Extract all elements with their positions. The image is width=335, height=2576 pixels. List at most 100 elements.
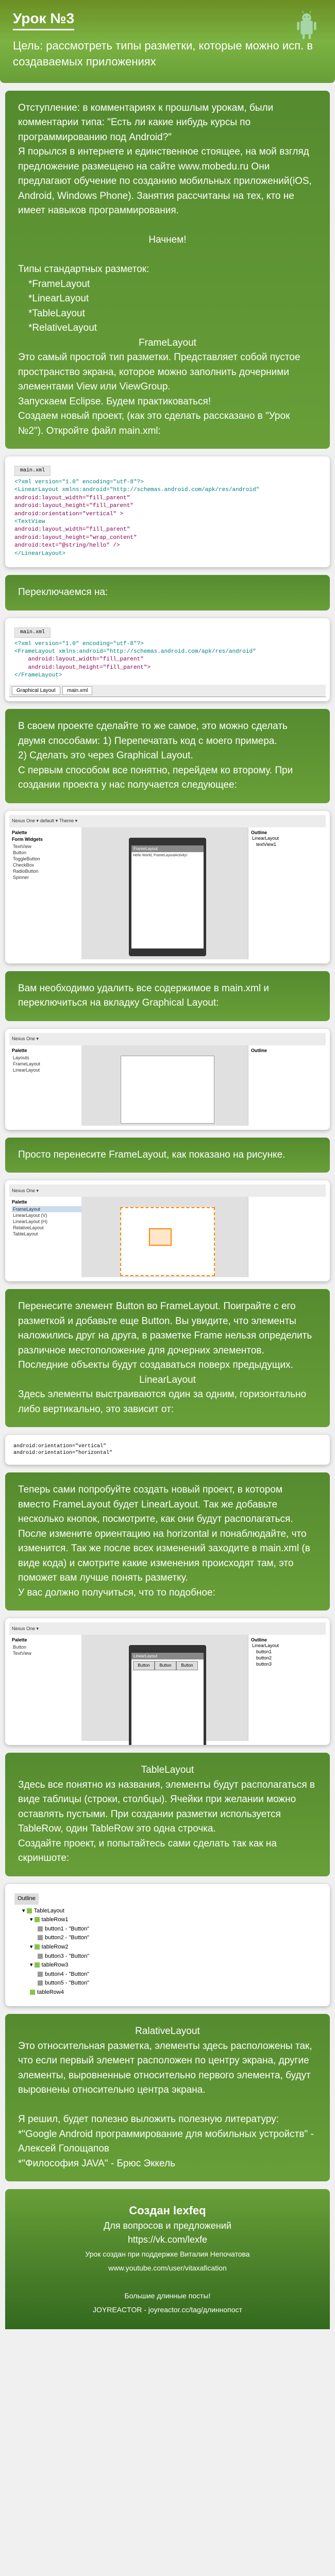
palette-item[interactable]: LinearLayout (V): [12, 1212, 84, 1218]
tagline: Большие длинные посты!: [125, 2292, 211, 2300]
switch-section: Переключаемся на:: [5, 575, 330, 611]
outline-item[interactable]: button3: [251, 1661, 323, 1667]
code-screenshot-2: main.xml <?xml version="1.0" encoding="u…: [5, 618, 330, 702]
palette-item[interactable]: TextView: [12, 1650, 84, 1656]
contact-label: Для вопросов и предложений: [104, 2221, 231, 2231]
button-section: Перенесите элемент Button во FrameLayout…: [5, 1289, 330, 1427]
book-item: *"Философия JAVA" - Брюс Эккель: [18, 2157, 317, 2172]
tablelayout-title: TableLayout: [18, 1763, 317, 1778]
android-icon: [291, 10, 322, 49]
list-item: *TableLayout: [28, 307, 317, 321]
types-title: Типы стандартных разметок:: [18, 262, 317, 277]
tree-item[interactable]: tableRow4: [14, 1988, 321, 1997]
code-line: <FrameLayout xmlns:android="http://schem…: [14, 649, 256, 655]
palette-item[interactable]: ToggleButton: [12, 856, 84, 862]
gui-canvas: LinearLayout ButtonButtonButton: [81, 1635, 254, 1741]
vk-link[interactable]: https://vk.com/lexfe: [128, 2234, 207, 2245]
outline-item[interactable]: LinearLayout: [251, 835, 323, 841]
code-line: <LinearLayout xmlns:android="http://sche…: [14, 487, 259, 493]
code-line: android:text="@string/hello" />: [14, 543, 120, 549]
outline-screenshot: Outline ▾ TableLayout ▾ tableRow1 button…: [5, 1884, 330, 2007]
outline-title: Outline: [251, 830, 323, 835]
palette-item[interactable]: Button: [12, 850, 84, 856]
outline-title: Outline: [251, 1048, 323, 1053]
paragraph: Я порылся в интернете и единственное сто…: [18, 145, 317, 218]
tree-item[interactable]: button4 - "Button": [14, 1970, 321, 1979]
paragraph: Создайте проект, и попытайтесь сами сдел…: [18, 1837, 317, 1866]
table-section: TableLayout Здесь все понятно из названи…: [5, 1753, 330, 1876]
paragraph: В своем проекте сделайте то же самое, эт…: [18, 719, 317, 749]
relative-section: RalativeLayout Это относительная разметк…: [5, 2014, 330, 2181]
palette-item[interactable]: CheckBox: [12, 862, 84, 868]
paragraph: Запускаем Eclipse. Будем практиковаться!: [18, 395, 317, 410]
youtube-link[interactable]: www.youtube.com/user/vitaxafication: [108, 2264, 227, 2272]
button[interactable]: Button: [176, 1661, 198, 1670]
palette-item[interactable]: FrameLayout: [12, 1061, 84, 1067]
paragraph: Здесь элементы выстраиваются один за одн…: [18, 1387, 317, 1417]
framelayout-title: FrameLayout: [18, 336, 317, 351]
code-orientation: android:orientation="vertical" android:o…: [5, 1435, 330, 1465]
paragraph: Я решил, будет полезно выложить полезную…: [18, 2112, 317, 2127]
code-line: </LinearLayout>: [14, 551, 65, 557]
palette-title: Palette: [12, 1199, 84, 1205]
code-line: android:layout_width="fill_parent": [14, 495, 130, 501]
start-label: Начнем!: [18, 233, 317, 248]
gui-outline: [248, 1197, 326, 1277]
gui-screenshot-1: Nexus One ▾default ▾Theme ▾ Palette Form…: [5, 811, 330, 963]
tree-item[interactable]: ▾ TableLayout: [14, 1907, 321, 1916]
tree-item[interactable]: ▾ tableRow3: [14, 1961, 321, 1970]
thanks: Урок создан при поддержке Виталия Непоча…: [85, 2250, 249, 2258]
gui-toolbar: Nexus One ▾: [9, 1622, 326, 1635]
tree-item[interactable]: ▾ tableRow1: [14, 1916, 321, 1925]
palette-item[interactable]: TextView: [12, 843, 84, 850]
author: Создан lexfeq: [129, 2204, 206, 2217]
code-line: android:layout_height="fill_parent">: [14, 665, 150, 671]
paragraph: 2) Сделать это через Graphical Layout.: [18, 749, 317, 764]
tree-item[interactable]: button3 - "Button": [14, 1952, 321, 1961]
site-link[interactable]: JOYREACTOR - joyreactor.cc/tag/длиннопос…: [93, 2306, 242, 2314]
editor-tab: main.xml: [14, 628, 51, 638]
paragraph: Перенесите элемент Button во FrameLayout…: [18, 1299, 317, 1373]
paragraph: Переключаемся на:: [18, 585, 317, 600]
gui-palette: Palette Layouts FrameLayout LinearLayout: [9, 1045, 87, 1126]
palette-title: Palette: [12, 1637, 84, 1642]
app-title: LinearLayout: [131, 1653, 204, 1659]
gui-toolbar: Nexus One ▾default ▾Theme ▾: [9, 815, 326, 828]
paragraph: Это относительная разметка, элементы зде…: [18, 2039, 317, 2098]
tree-item[interactable]: button5 - "Button": [14, 1979, 321, 1988]
palette-item[interactable]: TableLayout: [12, 1231, 84, 1237]
code-line: android:orientation="horizontal": [13, 1450, 112, 1456]
paragraph: Вам необходимо удалить все содержимое в …: [18, 981, 317, 1011]
outline-item[interactable]: LinearLayout: [251, 1642, 323, 1649]
outline-item[interactable]: textView1: [251, 841, 323, 848]
code-screenshot: main.xml <?xml version="1.0" encoding="u…: [5, 456, 330, 567]
tree-item[interactable]: button2 - "Button": [14, 1934, 321, 1943]
code-line: android:layout_height="wrap_content": [14, 535, 137, 541]
gui-toolbar: Nexus One ▾: [9, 1184, 326, 1197]
code-line: android:orientation="vertical": [13, 1444, 106, 1449]
palette-item[interactable]: LinearLayout (H): [12, 1218, 84, 1225]
gui-canvas: [81, 1045, 254, 1126]
tree-item[interactable]: ▾ tableRow2: [14, 1943, 321, 1952]
gui-canvas: FrameLayoutHello World, FrameLayoutActiv…: [81, 827, 254, 959]
outline-item[interactable]: button2: [251, 1655, 323, 1661]
palette-item[interactable]: Layouts: [12, 1055, 84, 1061]
palette-title: Palette: [12, 1048, 84, 1053]
gui-screenshot-3: Nexus One ▾ Palette FrameLayout LinearLa…: [5, 1180, 330, 1281]
palette-item[interactable]: FrameLayout: [12, 1206, 84, 1212]
button[interactable]: Button: [155, 1661, 176, 1670]
tab-xml[interactable]: main.xml: [62, 686, 92, 695]
paragraph: Теперь сами попробуйте создать новый про…: [18, 1483, 317, 1586]
palette-item[interactable]: Spinner: [12, 874, 84, 880]
palette-item[interactable]: RadioButton: [12, 868, 84, 874]
gui-outline: Outline: [248, 1045, 326, 1126]
palette-item[interactable]: Button: [12, 1644, 84, 1650]
list-item: *RelativeLayout: [28, 321, 317, 336]
button[interactable]: Button: [133, 1661, 155, 1670]
outline-item[interactable]: button1: [251, 1649, 323, 1655]
tab-graphical[interactable]: Graphical Layout: [12, 686, 60, 695]
lesson-number: Урок №3: [13, 10, 74, 30]
tree-item[interactable]: button1 - "Button": [14, 1925, 321, 1934]
palette-item[interactable]: RelativeLayout: [12, 1225, 84, 1231]
palette-item[interactable]: LinearLayout: [12, 1067, 84, 1073]
